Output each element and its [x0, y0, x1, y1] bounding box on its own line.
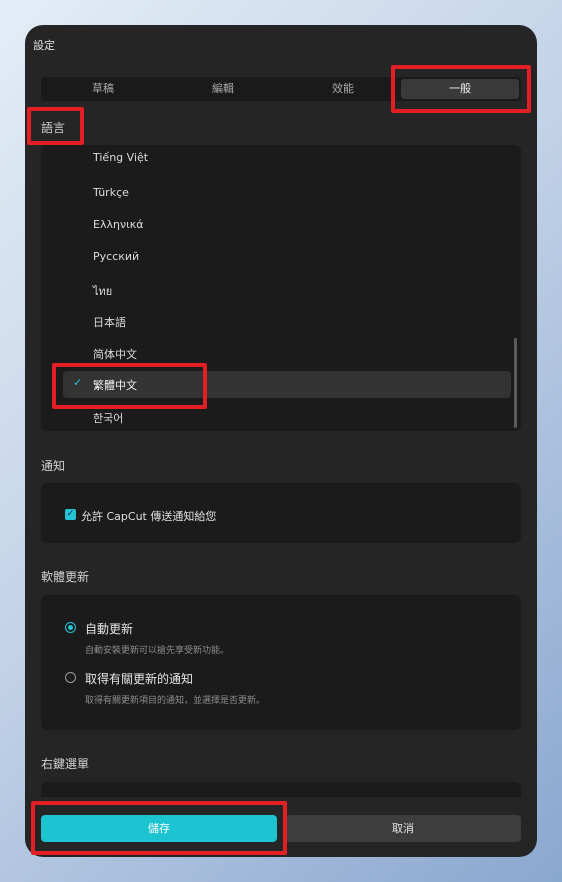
- tab-drafts[interactable]: 草稿: [53, 77, 153, 101]
- language-section-label: 語言: [41, 121, 66, 135]
- context-menu-section-label: 右鍵選單: [41, 757, 90, 771]
- notifications-section-label: 通知: [41, 459, 66, 473]
- settings-tabs: 草稿 編輯 效能 一般: [41, 77, 521, 101]
- language-option-turkish[interactable]: Türkçe: [93, 186, 129, 199]
- language-option-greek[interactable]: Ελληνικά: [93, 218, 144, 231]
- dialog-title: 設定: [33, 39, 55, 52]
- language-option-japanese[interactable]: 日本語: [93, 314, 126, 330]
- language-option-russian[interactable]: Русский: [93, 250, 139, 263]
- language-option-traditional-chinese[interactable]: ✓ 繁體中文: [63, 371, 511, 398]
- settings-content[interactable]: 語言 Tiếng Việt Türkçe Ελληνικά Русский ไท…: [25, 105, 537, 797]
- cancel-button[interactable]: 取消: [285, 815, 521, 842]
- software-update-section-label: 軟體更新: [41, 570, 90, 584]
- notify-update-radio[interactable]: [65, 672, 76, 683]
- language-option-label: 繁體中文: [93, 379, 137, 392]
- language-option-vietnamese[interactable]: Tiếng Việt: [93, 151, 148, 164]
- notify-update-title[interactable]: 取得有關更新的通知: [85, 670, 193, 687]
- context-menu-panel: [41, 782, 521, 797]
- notifications-checkbox[interactable]: ✓: [65, 509, 76, 520]
- language-option-simplified-chinese[interactable]: 简体中文: [93, 346, 137, 362]
- notifications-panel: ✓ 允許 CapCut 傳送通知給您: [41, 483, 521, 543]
- settings-dialog: 設定 草稿 編輯 效能 一般 語言 Tiếng Việt Türkçe Ελλη…: [25, 25, 537, 857]
- save-button[interactable]: 儲存: [41, 815, 277, 842]
- language-option-korean[interactable]: 한국어: [93, 410, 123, 426]
- notifications-checkbox-label[interactable]: 允許 CapCut 傳送通知給您: [81, 508, 216, 524]
- notify-update-description: 取得有關更新項目的通知，並選擇是否更新。: [85, 696, 266, 706]
- auto-update-description: 自動安裝更新可以搶先享受新功能。: [85, 646, 230, 656]
- software-update-panel: 自動更新 自動安裝更新可以搶先享受新功能。 取得有關更新的通知 取得有關更新項目…: [41, 595, 521, 730]
- tab-general[interactable]: 一般: [401, 79, 519, 99]
- checkmark-icon: ✓: [73, 376, 83, 389]
- language-list-scrollbar[interactable]: [514, 338, 517, 428]
- tab-edit[interactable]: 編輯: [173, 77, 273, 101]
- auto-update-radio[interactable]: [65, 622, 76, 633]
- language-list[interactable]: Tiếng Việt Türkçe Ελληνικά Русский ไทย 日…: [41, 145, 521, 431]
- language-option-thai[interactable]: ไทย: [93, 282, 112, 300]
- tab-performance[interactable]: 效能: [293, 77, 393, 101]
- auto-update-title[interactable]: 自動更新: [85, 620, 133, 637]
